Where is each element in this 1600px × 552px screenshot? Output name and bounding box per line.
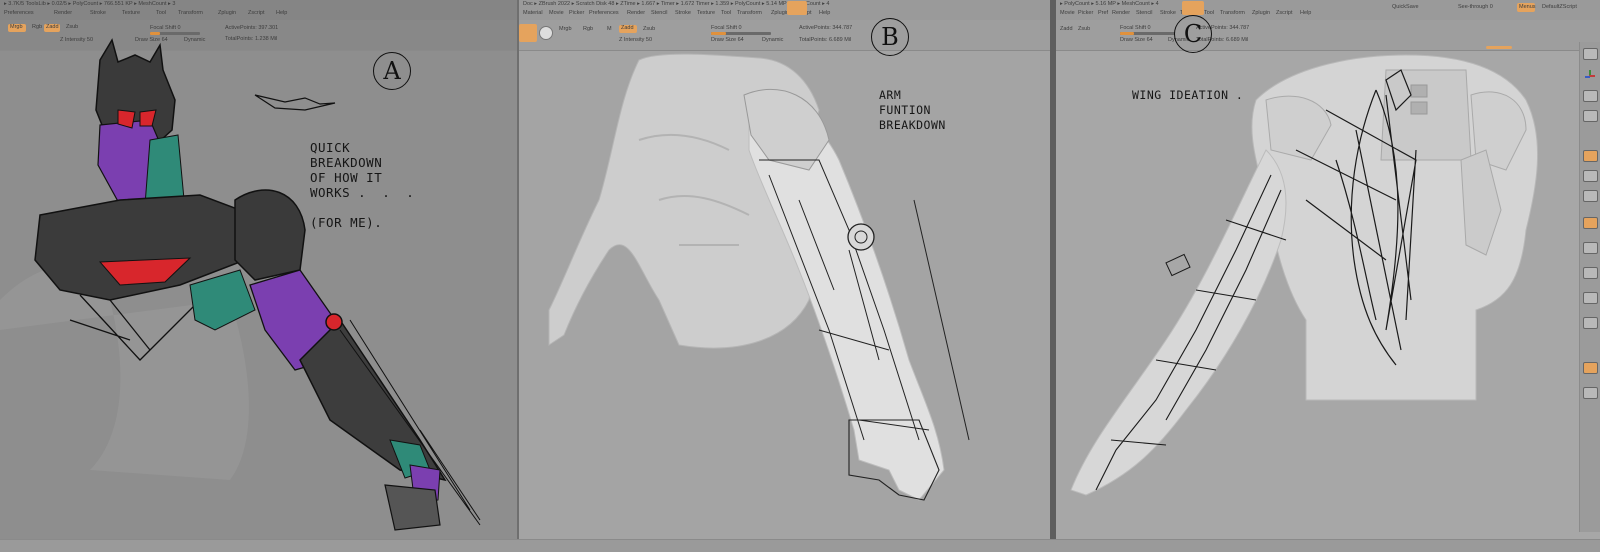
backpack-slot xyxy=(1410,84,1428,98)
bpr-icon[interactable] xyxy=(1583,48,1598,60)
annotation-text-c: WING IDEATION . xyxy=(1132,88,1244,102)
frame-icon[interactable] xyxy=(1583,150,1598,162)
sketch-overlay-c xyxy=(1070,54,1539,496)
local-icon[interactable] xyxy=(1583,387,1598,399)
move-icon[interactable] xyxy=(1583,170,1598,182)
transp-icon[interactable] xyxy=(1583,267,1598,279)
elbow-joint xyxy=(847,223,875,251)
annotation-text-b: ARM FUNTION BREAKDOWN xyxy=(879,88,946,132)
fist-sketch xyxy=(384,484,441,531)
annotation-text-a: QUICK BREAKDOWN OF HOW IT WORKS . . . (F… xyxy=(310,140,415,230)
ghost-icon[interactable] xyxy=(1583,292,1598,304)
wing-doodle xyxy=(254,94,336,111)
panel-b-viewport[interactable]: Doc ▸ ZBrush 2022 ▸ Scratch Disk 48 ▸ ZT… xyxy=(519,0,1050,552)
annotation-letter-c: C xyxy=(1174,15,1212,53)
axis-gizmo-icon[interactable] xyxy=(1584,70,1595,81)
sketch-overlay-b xyxy=(548,53,970,501)
bottom-status-bar xyxy=(0,539,1600,552)
floor-icon[interactable] xyxy=(1583,110,1598,122)
shoulder-teal xyxy=(189,269,256,331)
rotate-icon[interactable] xyxy=(1583,217,1598,229)
arm-mesh xyxy=(1070,149,1287,496)
annotation-letter-a: A xyxy=(373,52,411,90)
annotation-letter-b: B xyxy=(871,18,909,56)
elbow-red-gem xyxy=(325,313,343,331)
sketch-overlay-a xyxy=(0,38,481,531)
right-tool-dock xyxy=(1579,42,1600,532)
solo-icon[interactable] xyxy=(1583,317,1598,329)
panel-c-viewport[interactable]: ▸ PolyCount ▸ 5.16 MP ▸ MeshCount ▸ 4 Mo… xyxy=(1056,0,1600,552)
xpose-icon[interactable] xyxy=(1583,362,1598,374)
persp-icon[interactable] xyxy=(1583,90,1598,102)
shoulder-armor xyxy=(234,189,306,281)
backpack-module xyxy=(1380,69,1472,161)
forearm-module xyxy=(1165,253,1191,277)
panel-a-viewport[interactable]: ▸ 3.7K/5 ToolsLib ▸ 0.02/5 ▸ PolyCount ▸… xyxy=(0,0,519,552)
polyf-icon[interactable] xyxy=(1583,242,1598,254)
zoom-icon[interactable] xyxy=(1583,190,1598,202)
backpack-slot xyxy=(1410,101,1428,115)
